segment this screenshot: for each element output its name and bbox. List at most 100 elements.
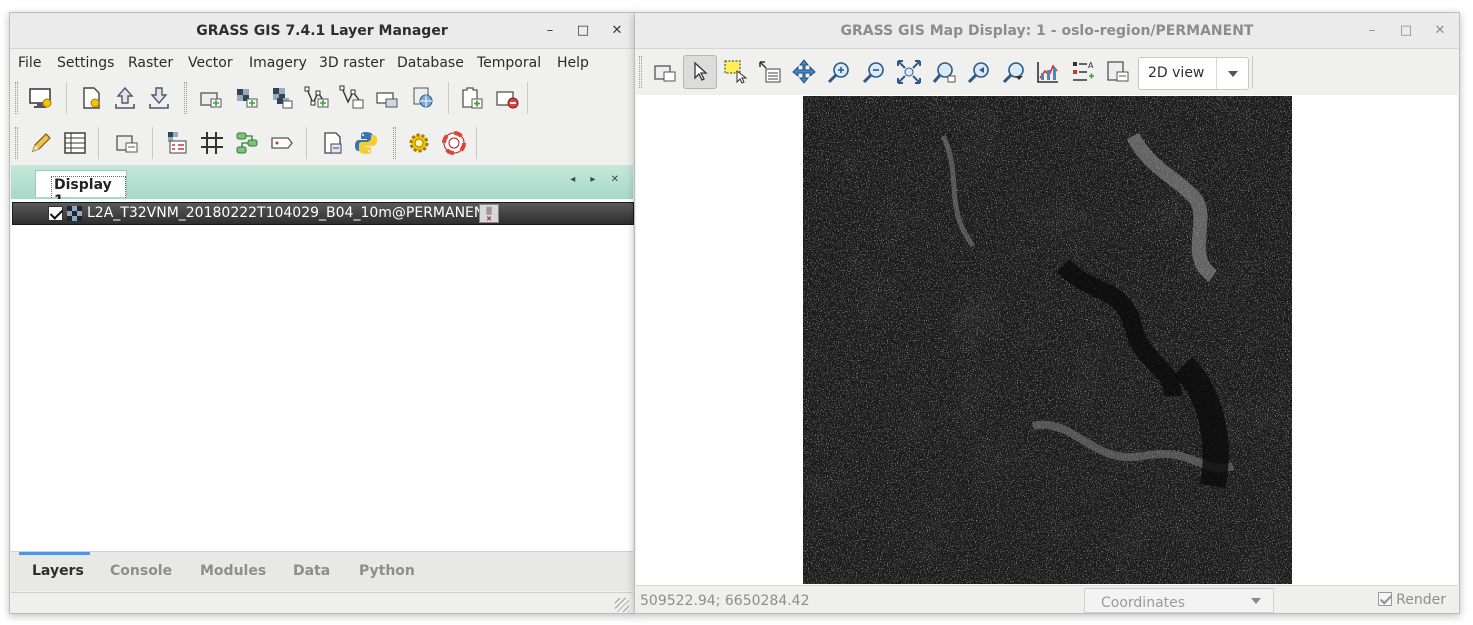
pencil-edit-icon[interactable] — [28, 130, 54, 156]
menu-raster[interactable]: Raster — [128, 55, 173, 71]
render-check-icon — [1378, 592, 1393, 606]
maximize-button[interactable]: □ — [1396, 21, 1416, 41]
add-layer-icon[interactable] — [458, 85, 484, 111]
script-icon[interactable] — [319, 130, 345, 156]
layer-manager-titlebar[interactable]: GRASS GIS 7.4.1 Layer Manager – □ ✕ — [10, 13, 634, 49]
graphical-modeler-icon[interactable] — [234, 130, 260, 156]
menu-settings[interactable]: Settings — [57, 55, 114, 71]
layer-visibility-checkbox[interactable] — [48, 206, 63, 221]
toolbar-grip[interactable] — [184, 82, 187, 114]
attribute-table-icon[interactable] — [62, 130, 88, 156]
remove-layer-icon[interactable] — [494, 85, 520, 111]
new-workspace-icon[interactable] — [78, 85, 104, 111]
save-workspace-icon[interactable] — [146, 85, 172, 111]
minimize-button[interactable]: – — [540, 21, 560, 41]
python-icon[interactable] — [353, 130, 379, 156]
display-map-icon[interactable] — [652, 59, 678, 85]
query-tool-icon[interactable] — [757, 59, 783, 85]
tab-display-1[interactable]: Display 1 — [35, 170, 127, 210]
menu-3d-raster[interactable]: 3D raster — [319, 55, 385, 71]
map-canvas[interactable] — [636, 95, 1458, 585]
minimize-button[interactable]: – — [1362, 21, 1382, 41]
map-statusbar: 509522.94; 6650284.42 Coordinates Render — [636, 585, 1458, 613]
chevron-down-icon[interactable] — [1216, 58, 1248, 89]
statusbar-mode-value: Coordinates — [1101, 595, 1186, 611]
tab-console[interactable]: Console — [110, 563, 172, 579]
layer-options-icon[interactable] — [479, 204, 499, 223]
toolbar-grip[interactable] — [639, 56, 642, 88]
separator — [1252, 56, 1253, 88]
menubar: File Settings Raster Vector Imagery 3D r… — [10, 50, 634, 76]
pan-icon[interactable] — [791, 59, 817, 85]
toolbar-row-2 — [10, 121, 634, 165]
add-decoration-icon[interactable]: A — [1070, 59, 1096, 85]
view-mode-value: 2D view — [1148, 65, 1205, 81]
active-tab-indicator — [19, 552, 90, 555]
add-map-layers-icon[interactable] — [198, 85, 224, 111]
add-raster-icon[interactable] — [234, 85, 260, 111]
text-label-icon[interactable] — [269, 130, 295, 156]
render-label: Render — [1396, 592, 1446, 608]
layer-tree[interactable]: L2A_T32VNM_20180222T104029_B04_10m@PERMA… — [11, 199, 634, 551]
close-button[interactable]: ✕ — [1430, 21, 1450, 41]
menu-file[interactable]: File — [18, 55, 41, 71]
menu-vector[interactable]: Vector — [188, 55, 233, 71]
open-workspace-icon[interactable] — [112, 85, 138, 111]
toolbar-grip[interactable] — [15, 127, 18, 159]
menu-help[interactable]: Help — [557, 55, 589, 71]
separator — [152, 127, 153, 159]
menu-temporal[interactable]: Temporal — [477, 55, 541, 71]
maximize-button[interactable]: □ — [573, 21, 593, 41]
layer-manager-statusbar — [11, 592, 633, 613]
svg-text:A: A — [1088, 61, 1094, 70]
coordinates-readout: 509522.94; 6650284.42 — [640, 593, 810, 609]
close-button[interactable]: ✕ — [607, 21, 627, 41]
settings-gear-icon[interactable] — [406, 130, 432, 156]
save-display-icon[interactable] — [1105, 59, 1131, 85]
map-toolbar: A 2D view — [635, 50, 1459, 95]
view-mode-select[interactable]: 2D view — [1138, 57, 1249, 90]
zoom-extent-icon[interactable] — [896, 59, 922, 85]
add-vector-icon[interactable] — [304, 85, 330, 111]
separator — [527, 82, 528, 114]
tab-python[interactable]: Python — [359, 563, 415, 579]
select-features-icon[interactable] — [723, 59, 749, 85]
new-map-display-icon[interactable] — [28, 85, 54, 111]
tab-navigation[interactable]: ◂ ▸ ✕ — [570, 174, 625, 185]
layer-name: L2A_T32VNM_20180222T104029_B04_10m@PERMA… — [87, 205, 493, 221]
map-display-settings-icon[interactable] — [114, 130, 140, 156]
zoom-back-icon[interactable] — [966, 59, 992, 85]
add-vector-group-icon[interactable] — [339, 85, 365, 111]
resize-grip[interactable] — [615, 598, 629, 612]
statusbar-mode-select[interactable]: Coordinates — [1084, 588, 1274, 613]
grid-icon[interactable] — [199, 130, 225, 156]
toolbar-row-1 — [10, 76, 634, 120]
zoom-options-icon[interactable] — [1001, 59, 1027, 85]
map-display-title: GRASS GIS Map Display: 1 - oslo-region/P… — [840, 23, 1254, 39]
separator — [476, 127, 477, 159]
layer-manager-window: GRASS GIS 7.4.1 Layer Manager – □ ✕ File… — [9, 12, 635, 614]
map-display-titlebar[interactable]: GRASS GIS Map Display: 1 - oslo-region/P… — [635, 13, 1459, 49]
zoom-out-icon[interactable] — [861, 59, 887, 85]
separator — [98, 127, 99, 159]
zoom-in-icon[interactable] — [826, 59, 852, 85]
toolbar-grip[interactable] — [393, 127, 396, 159]
menu-database[interactable]: Database — [397, 55, 464, 71]
layer-row[interactable]: L2A_T32VNM_20180222T104029_B04_10m@PERMA… — [12, 202, 634, 225]
add-overlay-icon[interactable] — [374, 85, 400, 111]
separator — [306, 127, 307, 159]
zoom-to-layer-icon[interactable] — [931, 59, 957, 85]
tab-layers[interactable]: Layers — [32, 563, 84, 579]
tab-data[interactable]: Data — [293, 563, 330, 579]
raster-calculator-icon[interactable] — [164, 130, 190, 156]
add-web-service-icon[interactable] — [409, 85, 435, 111]
menu-imagery[interactable]: Imagery — [249, 55, 307, 71]
separator — [66, 82, 67, 114]
help-lifebuoy-icon[interactable] — [441, 130, 467, 156]
toolbar-grip[interactable] — [15, 82, 18, 114]
pointer-tool-icon[interactable] — [683, 55, 717, 89]
render-checkbox[interactable]: Render — [1378, 592, 1446, 608]
analyze-map-icon[interactable] — [1035, 59, 1061, 85]
add-raster-group-icon[interactable] — [269, 85, 295, 111]
tab-modules[interactable]: Modules — [200, 563, 266, 579]
